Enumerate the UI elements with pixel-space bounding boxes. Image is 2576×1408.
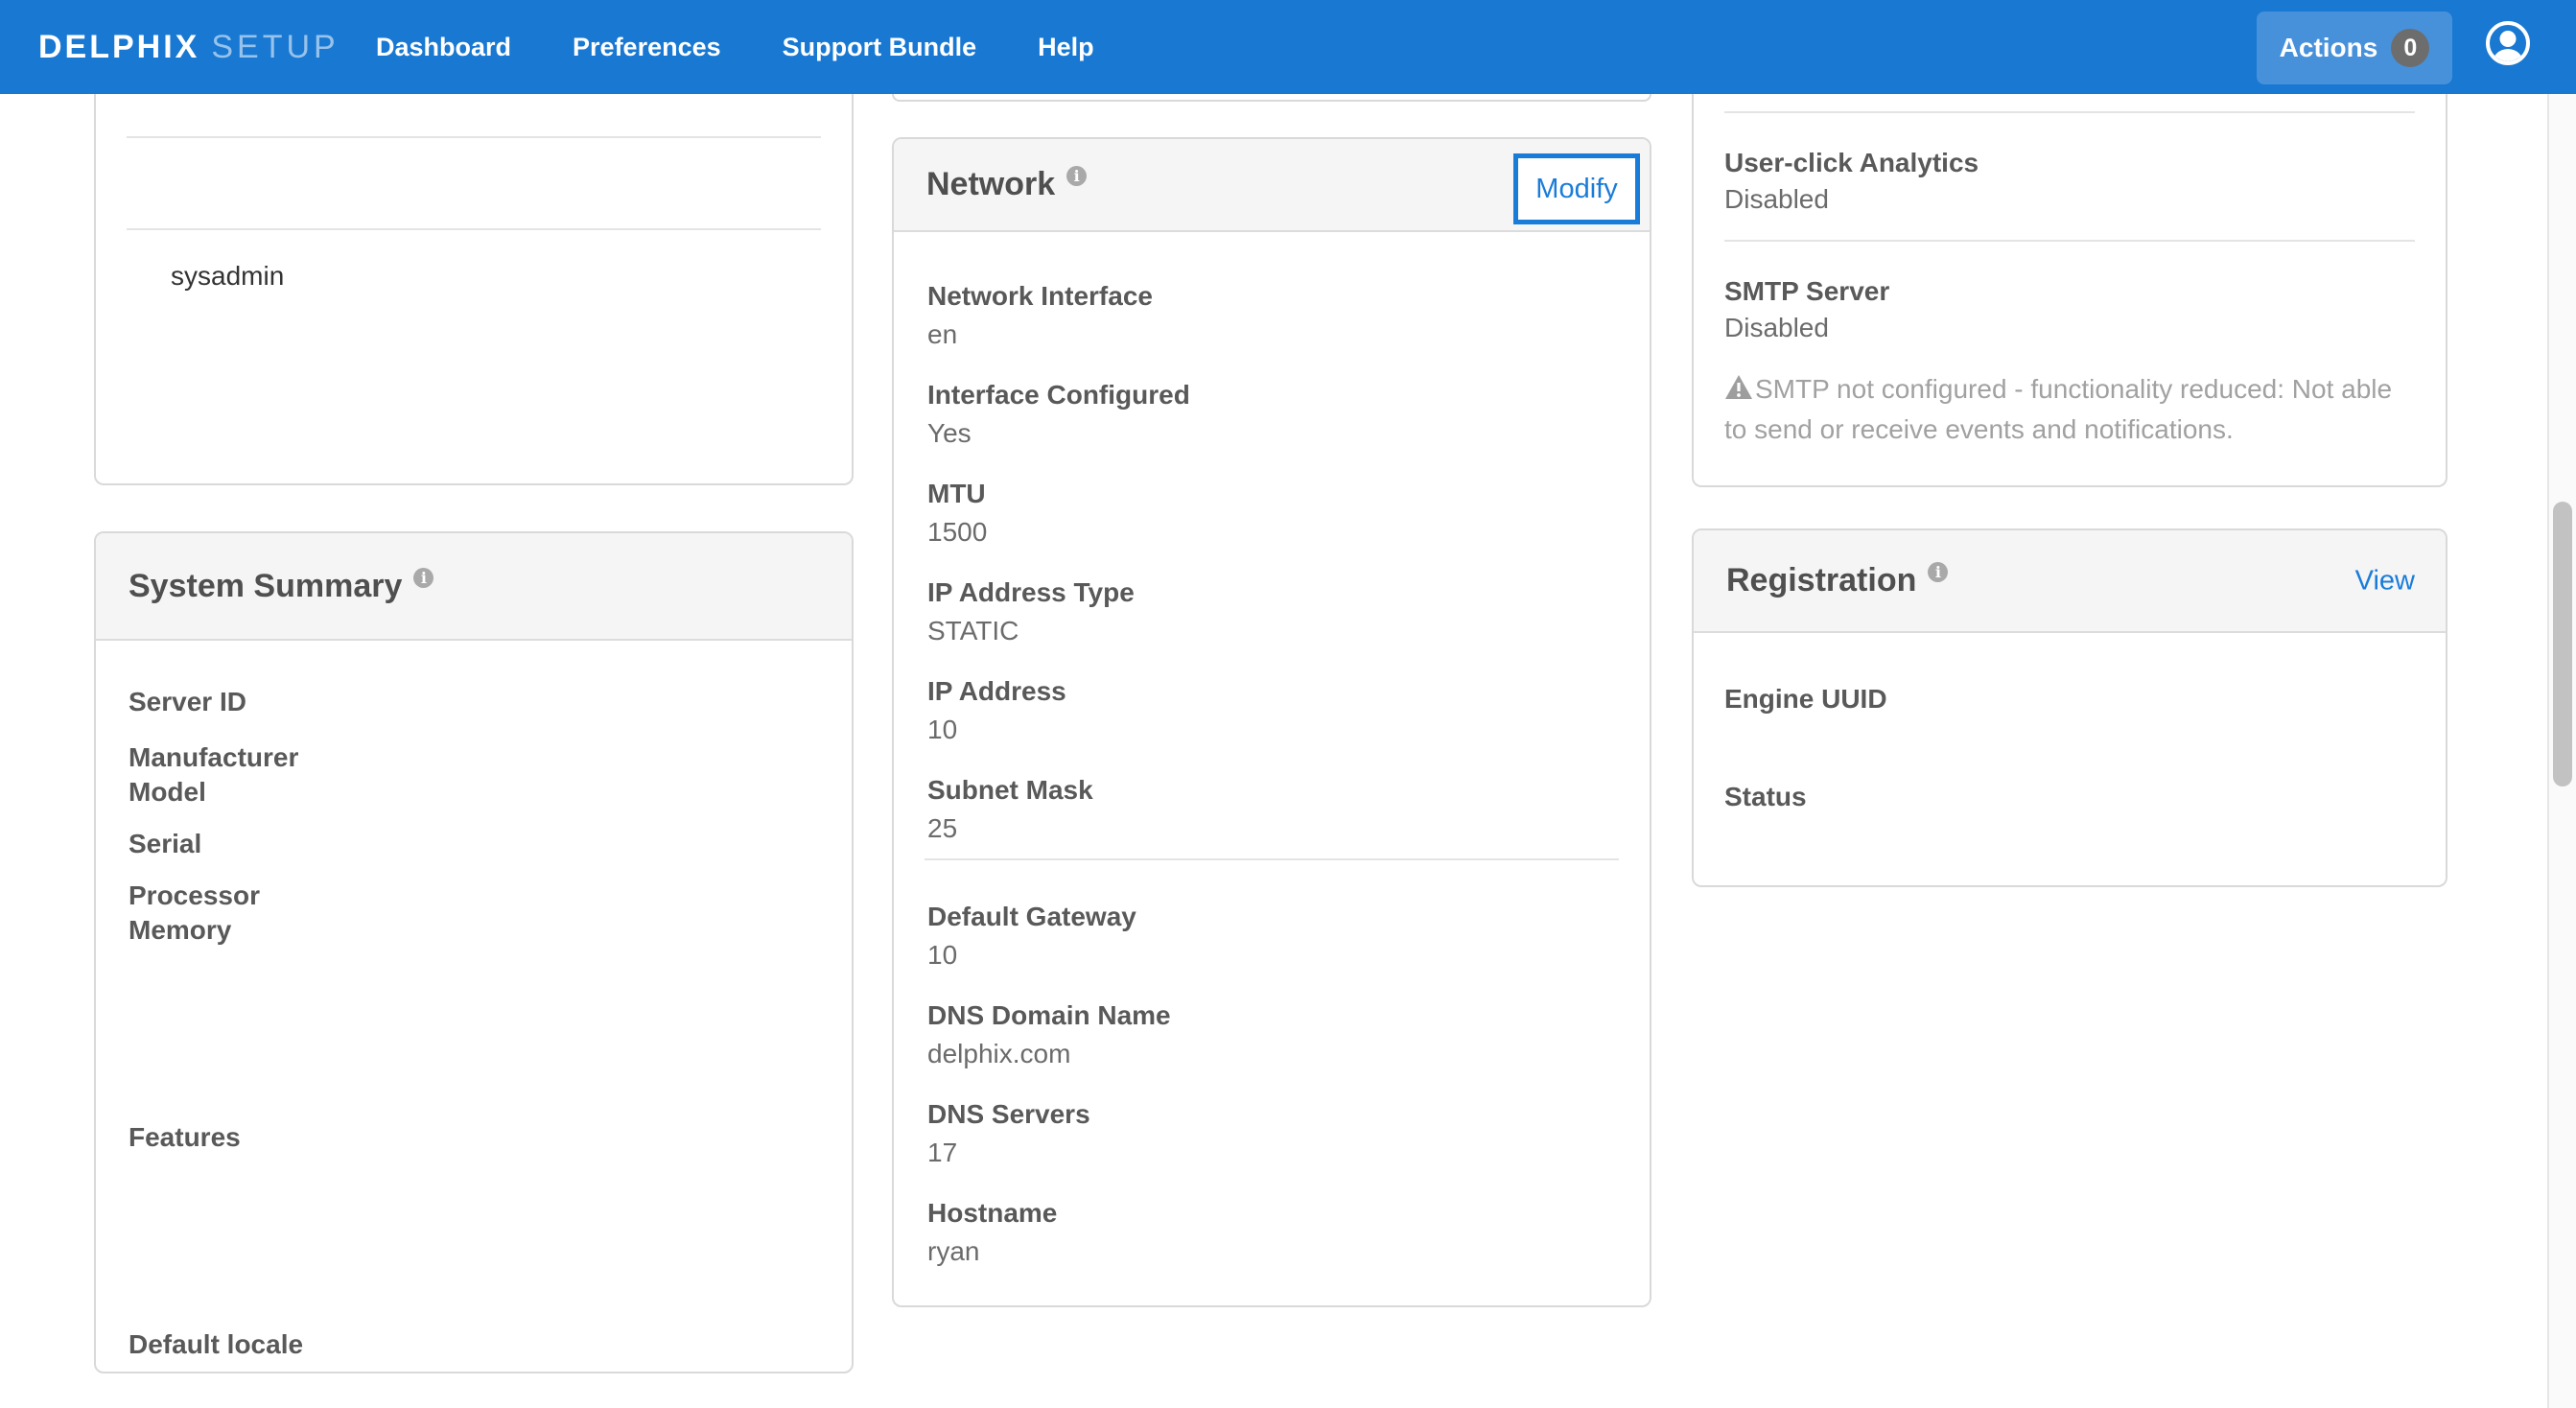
warning-triangle-icon — [1724, 373, 1753, 411]
field-label: Interface Configured — [927, 378, 1616, 412]
field-value: STATIC — [927, 614, 1616, 648]
session-card: sysadmin — [94, 94, 854, 485]
field-label: Hostname — [927, 1196, 1616, 1231]
field-default-gateway: Default Gateway 10 — [927, 900, 1616, 973]
actions-count-badge: 0 — [2391, 29, 2429, 67]
field-ip-address-type: IP Address Type STATIC — [927, 575, 1616, 648]
field-network-interface: Network Interface en — [927, 279, 1616, 352]
label-user-click-analytics: User-click Analytics — [1724, 148, 1979, 178]
brand-delphix: DELPHIX — [38, 29, 199, 66]
divider — [1724, 111, 2415, 113]
field-value: Yes — [927, 416, 1616, 451]
divider — [925, 858, 1619, 860]
field-hostname: Hostname ryan — [927, 1196, 1616, 1269]
field-value: en — [927, 317, 1616, 352]
scrollbar-thumb[interactable] — [2553, 502, 2572, 786]
field-label: Subnet Mask — [927, 773, 1616, 808]
label-features: Features — [129, 1122, 241, 1153]
info-icon[interactable] — [1066, 166, 1087, 186]
network-title: Network — [926, 166, 1055, 203]
info-icon[interactable] — [1928, 562, 1948, 582]
registration-header: Registration View — [1694, 530, 2446, 633]
brand-setup: SETUP — [211, 29, 339, 66]
system-summary-header: System Summary — [96, 533, 852, 641]
registration-title: Registration — [1726, 562, 1916, 599]
user-avatar-icon[interactable] — [2486, 21, 2530, 65]
label-manufacturer: Manufacturer — [129, 742, 298, 773]
field-value: 10 — [927, 713, 1616, 747]
avatar-head-shape — [2500, 31, 2517, 47]
label-serial: Serial — [129, 829, 201, 859]
field-mtu: MTU 1500 — [927, 477, 1616, 550]
label-processor: Processor — [129, 880, 260, 911]
info-icon[interactable] — [413, 568, 433, 588]
label-default-locale: Default locale — [129, 1329, 303, 1360]
registration-card: Registration View Engine UUID Status — [1692, 528, 2447, 887]
cut-off-card-edge — [892, 94, 1651, 102]
field-label: Default Gateway — [927, 900, 1616, 934]
field-label: DNS Servers — [927, 1097, 1616, 1132]
value-smtp-server: Disabled — [1724, 313, 1829, 343]
network-header: Network Modify — [894, 139, 1650, 232]
brand-logo: DELPHIX SETUP — [38, 0, 340, 94]
field-dns-domain-name: DNS Domain Name delphix.com — [927, 998, 1616, 1071]
nav-dashboard[interactable]: Dashboard — [376, 33, 511, 62]
field-interface-configured: Interface Configured Yes — [927, 378, 1616, 451]
actions-button[interactable]: Actions 0 — [2257, 12, 2452, 84]
modify-button[interactable]: Modify — [1513, 153, 1640, 224]
field-value: 1500 — [927, 515, 1616, 550]
avatar-torso-shape — [2492, 49, 2524, 65]
label-model: Model — [129, 777, 206, 808]
field-subnet-mask: Subnet Mask 25 — [927, 773, 1616, 846]
field-label: IP Address — [927, 674, 1616, 709]
label-server-id: Server ID — [129, 687, 246, 717]
nav-help[interactable]: Help — [1038, 33, 1094, 62]
session-username: sysadmin — [171, 261, 284, 292]
smtp-warning-text: SMTP not configured - functionality redu… — [1724, 374, 2392, 444]
nav-links: Dashboard Preferences Support Bundle Hel… — [376, 0, 1094, 94]
label-engine-uuid: Engine UUID — [1724, 684, 1887, 715]
field-value: 17 — [927, 1136, 1616, 1170]
field-value: ryan — [927, 1234, 1616, 1269]
field-label: IP Address Type — [927, 575, 1616, 610]
field-dns-servers: DNS Servers 17 — [927, 1097, 1616, 1170]
field-label: DNS Domain Name — [927, 998, 1616, 1033]
field-value: delphix.com — [927, 1037, 1616, 1071]
top-navbar: DELPHIX SETUP Dashboard Preferences Supp… — [0, 0, 2576, 94]
status-card: User-click Analytics Disabled SMTP Serve… — [1692, 94, 2447, 487]
system-summary-title: System Summary — [129, 568, 402, 605]
field-label: Network Interface — [927, 279, 1616, 314]
scrollbar-track[interactable] — [2547, 94, 2576, 1408]
field-ip-address: IP Address 10 — [927, 674, 1616, 747]
divider — [1724, 240, 2415, 242]
field-label: MTU — [927, 477, 1616, 511]
nav-preferences[interactable]: Preferences — [573, 33, 721, 62]
value-user-click-analytics: Disabled — [1724, 184, 1829, 215]
smtp-warning: SMTP not configured - functionality redu… — [1724, 370, 2417, 448]
label-smtp-server: SMTP Server — [1724, 276, 1889, 307]
actions-button-label: Actions — [2280, 33, 2378, 63]
network-card: Network Modify Network Interface en Inte… — [892, 137, 1651, 1307]
system-summary-card: System Summary Server ID Manufacturer Mo… — [94, 531, 854, 1373]
divider — [127, 228, 821, 230]
label-memory: Memory — [129, 915, 231, 946]
label-status: Status — [1724, 782, 1807, 812]
field-value: 25 — [927, 811, 1616, 846]
divider — [127, 136, 821, 138]
view-link[interactable]: View — [2355, 565, 2415, 597]
nav-support-bundle[interactable]: Support Bundle — [783, 33, 976, 62]
field-value: 10 — [927, 938, 1616, 973]
